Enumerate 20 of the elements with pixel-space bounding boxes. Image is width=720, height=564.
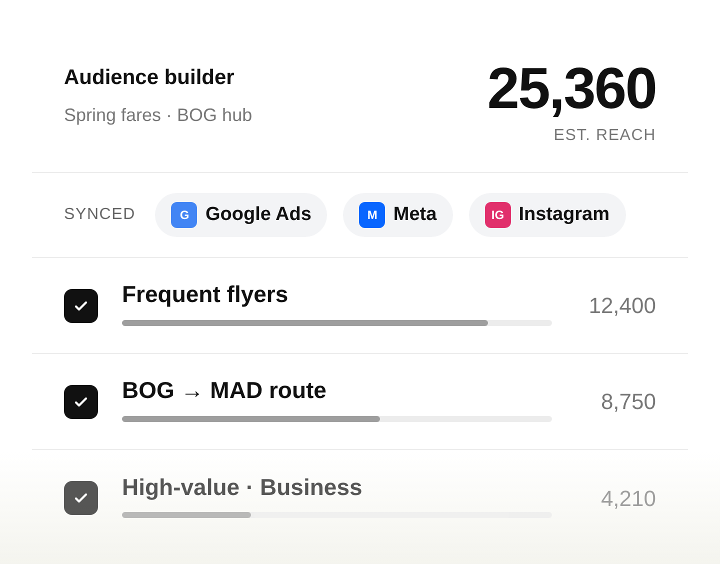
segment-count: 12,400 [588,292,656,320]
segment-checkbox[interactable] [64,288,98,322]
segment-count: 8,750 [600,388,656,416]
channel-chip[interactable]: M Meta [343,193,453,237]
panel-title: Audience builder [64,65,236,91]
segment-checkbox[interactable] [64,384,98,418]
reach-count: 25,360 [487,58,656,120]
channel-chip[interactable]: IG Instagram [468,193,626,237]
segment-count: 4,210 [600,484,656,512]
segment-name: BOG → MAD route [122,376,328,406]
channel-chip[interactable]: G Google Ads [155,193,328,237]
channel-badge: G [171,202,198,228]
segment-name: Frequent flyers [122,280,290,310]
reach-label: EST. REACH [554,126,656,146]
panel-subtitle: Spring fares · BOG hub [64,104,252,127]
segment-checkbox[interactable] [64,481,98,515]
synced-label: SYNCED [64,205,136,225]
channel-badge: IG [484,202,511,228]
channel-badge: M [359,202,386,228]
segment-name: High-value · Business [122,472,364,502]
